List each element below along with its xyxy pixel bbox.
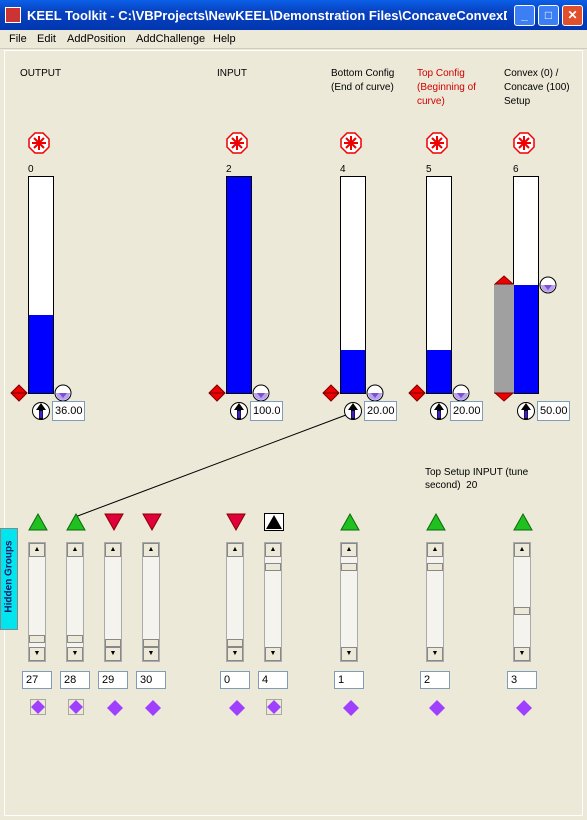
group-value-field[interactable]: 28 bbox=[60, 671, 90, 689]
scroll-down-button[interactable]: ▼ bbox=[265, 647, 281, 661]
scroll-down-button[interactable]: ▼ bbox=[427, 647, 443, 661]
scroll-up-button[interactable]: ▲ bbox=[67, 543, 83, 557]
purple-diamond-icon[interactable] bbox=[266, 699, 282, 715]
scroll-down-button[interactable]: ▼ bbox=[105, 647, 121, 661]
purple-diamond-icon[interactable] bbox=[106, 699, 123, 716]
scroll-up-button[interactable]: ▲ bbox=[227, 543, 243, 557]
vertical-scrollbar[interactable]: ▲ ▼ bbox=[66, 542, 84, 662]
vertical-scrollbar[interactable]: ▲ ▼ bbox=[104, 542, 122, 662]
down-triangle-icon[interactable] bbox=[142, 513, 162, 532]
group-value-field[interactable]: 29 bbox=[98, 671, 128, 689]
purple-diamond-icon[interactable] bbox=[144, 699, 161, 716]
scroll-up-button[interactable]: ▲ bbox=[29, 543, 45, 557]
up-triangle-icon[interactable] bbox=[28, 512, 48, 531]
purple-diamond-icon[interactable] bbox=[428, 699, 445, 716]
scroll-thumb[interactable] bbox=[105, 639, 121, 647]
down-triangle-icon[interactable] bbox=[104, 513, 124, 532]
scroll-down-button[interactable]: ▼ bbox=[227, 647, 243, 661]
link-line bbox=[74, 414, 347, 518]
purple-diamond-icon[interactable] bbox=[68, 699, 84, 715]
scroll-thumb[interactable] bbox=[341, 563, 357, 571]
group-value-field[interactable]: 2 bbox=[420, 671, 450, 689]
scroll-up-button[interactable]: ▲ bbox=[427, 543, 443, 557]
vertical-scrollbar[interactable]: ▲ ▼ bbox=[28, 542, 46, 662]
scroll-thumb[interactable] bbox=[29, 635, 45, 643]
scroll-thumb[interactable] bbox=[143, 639, 159, 647]
down-triangle-icon[interactable] bbox=[226, 513, 246, 532]
scroll-up-button[interactable]: ▲ bbox=[143, 543, 159, 557]
scroll-thumb[interactable] bbox=[427, 563, 443, 571]
purple-diamond-icon[interactable] bbox=[30, 699, 46, 715]
group-value-field[interactable]: 1 bbox=[334, 671, 364, 689]
scroll-up-button[interactable]: ▲ bbox=[105, 543, 121, 557]
vertical-scrollbar[interactable]: ▲ ▼ bbox=[264, 542, 282, 662]
group-value-field[interactable]: 0 bbox=[220, 671, 250, 689]
purple-diamond-icon[interactable] bbox=[228, 699, 245, 716]
group-value-field[interactable]: 4 bbox=[258, 671, 288, 689]
vertical-scrollbar[interactable]: ▲ ▼ bbox=[340, 542, 358, 662]
vertical-scrollbar[interactable]: ▲ ▼ bbox=[426, 542, 444, 662]
group-value-field[interactable]: 30 bbox=[136, 671, 166, 689]
up-triangle-icon[interactable] bbox=[66, 512, 86, 531]
scroll-thumb[interactable] bbox=[265, 563, 281, 571]
group-value-field[interactable]: 27 bbox=[22, 671, 52, 689]
vertical-scrollbar[interactable]: ▲ ▼ bbox=[226, 542, 244, 662]
up-triangle-icon[interactable] bbox=[340, 512, 360, 531]
group-value-field[interactable]: 3 bbox=[507, 671, 537, 689]
scroll-thumb[interactable] bbox=[514, 607, 530, 615]
scroll-thumb[interactable] bbox=[67, 635, 83, 643]
up-triangle-icon[interactable] bbox=[264, 513, 284, 531]
scroll-thumb[interactable] bbox=[227, 639, 243, 647]
scroll-up-button[interactable]: ▲ bbox=[265, 543, 281, 557]
scroll-up-button[interactable]: ▲ bbox=[341, 543, 357, 557]
vertical-scrollbar[interactable]: ▲ ▼ bbox=[513, 542, 531, 662]
scroll-down-button[interactable]: ▼ bbox=[514, 647, 530, 661]
scroll-up-button[interactable]: ▲ bbox=[514, 543, 530, 557]
scroll-down-button[interactable]: ▼ bbox=[29, 647, 45, 661]
up-triangle-icon[interactable] bbox=[426, 512, 446, 531]
purple-diamond-icon[interactable] bbox=[342, 699, 359, 716]
up-triangle-icon[interactable] bbox=[513, 512, 533, 531]
scroll-down-button[interactable]: ▼ bbox=[341, 647, 357, 661]
scroll-down-button[interactable]: ▼ bbox=[67, 647, 83, 661]
scroll-down-button[interactable]: ▼ bbox=[143, 647, 159, 661]
purple-diamond-icon[interactable] bbox=[515, 699, 532, 716]
vertical-scrollbar[interactable]: ▲ ▼ bbox=[142, 542, 160, 662]
